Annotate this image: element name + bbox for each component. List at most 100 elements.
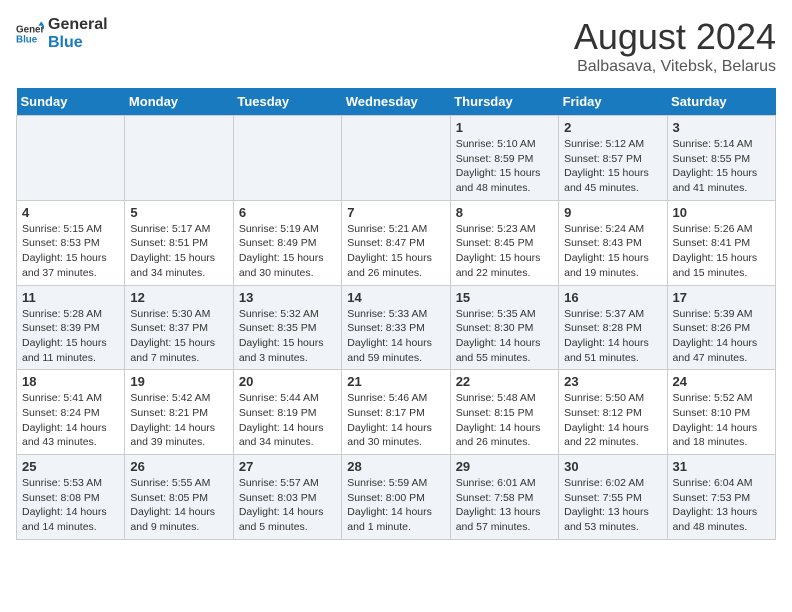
header: General Blue General Blue August 2024 Ba… [16, 16, 776, 76]
day-info: Sunrise: 5:42 AM Sunset: 8:21 PM Dayligh… [130, 391, 227, 450]
calendar-cell: 17 Sunrise: 5:39 AM Sunset: 8:26 PM Dayli… [667, 285, 775, 370]
svg-text:Blue: Blue [16, 34, 38, 45]
day-header-saturday: Saturday [667, 88, 775, 116]
day-number: 10 [673, 205, 770, 220]
day-info: Sunrise: 5:10 AM Sunset: 8:59 PM Dayligh… [456, 137, 553, 196]
calendar-cell: 5Sunrise: 5:17 AM Sunset: 8:51 PM Daylig… [125, 200, 233, 285]
day-header-monday: Monday [125, 88, 233, 116]
day-number: 3 [673, 120, 770, 135]
day-number: 31 [673, 459, 770, 474]
calendar-cell: 2Sunrise: 5:12 AM Sunset: 8:57 PM Daylig… [559, 116, 667, 201]
calendar-cell: 14 Sunrise: 5:33 AM Sunset: 8:33 PM Dayli… [342, 285, 450, 370]
day-number: 17 [673, 290, 770, 305]
calendar-cell: 21 Sunrise: 5:46 AM Sunset: 8:17 PM Dayli… [342, 370, 450, 455]
day-number: 2 [564, 120, 661, 135]
day-info: Sunrise: 5:26 AM Sunset: 8:41 PM Dayligh… [673, 222, 770, 281]
day-header-friday: Friday [559, 88, 667, 116]
day-info: Sunrise: 5:39 AM Sunset: 8:26 PM Dayligh… [673, 307, 770, 366]
day-number: 1 [456, 120, 553, 135]
day-info: Sunrise: 5:30 AM Sunset: 8:37 PM Dayligh… [130, 307, 227, 366]
day-info: Sunrise: 5:23 AM Sunset: 8:45 PM Dayligh… [456, 222, 553, 281]
day-number: 18 [22, 374, 119, 389]
calendar-cell: 24 Sunrise: 5:52 AM Sunset: 8:10 PM Dayli… [667, 370, 775, 455]
day-info: Sunrise: 5:37 AM Sunset: 8:28 PM Dayligh… [564, 307, 661, 366]
main-title: August 2024 [574, 16, 776, 58]
day-number: 19 [130, 374, 227, 389]
day-number: 21 [347, 374, 444, 389]
day-info: Sunrise: 5:59 AM Sunset: 8:00 PM Dayligh… [347, 476, 444, 535]
day-number: 7 [347, 205, 444, 220]
day-number: 9 [564, 205, 661, 220]
day-header-wednesday: Wednesday [342, 88, 450, 116]
calendar-cell [233, 116, 341, 201]
day-info: Sunrise: 5:46 AM Sunset: 8:17 PM Dayligh… [347, 391, 444, 450]
logo-line1: General [48, 16, 108, 34]
day-number: 8 [456, 205, 553, 220]
day-info: Sunrise: 5:24 AM Sunset: 8:43 PM Dayligh… [564, 222, 661, 281]
week-row-4: 18Sunrise: 5:41 AM Sunset: 8:24 PM Dayli… [17, 370, 776, 455]
day-header-sunday: Sunday [17, 88, 125, 116]
logo: General Blue General Blue [16, 16, 108, 52]
day-info: Sunrise: 6:04 AM Sunset: 7:53 PM Dayligh… [673, 476, 770, 535]
day-info: Sunrise: 5:33 AM Sunset: 8:33 PM Dayligh… [347, 307, 444, 366]
calendar-cell [125, 116, 233, 201]
day-info: Sunrise: 5:32 AM Sunset: 8:35 PM Dayligh… [239, 307, 336, 366]
calendar-cell: 7 Sunrise: 5:21 AM Sunset: 8:47 PM Daylig… [342, 200, 450, 285]
calendar-cell: 29Sunrise: 6:01 AM Sunset: 7:58 PM Dayli… [450, 455, 558, 540]
day-info: Sunrise: 5:28 AM Sunset: 8:39 PM Dayligh… [22, 307, 119, 366]
calendar-cell: 18Sunrise: 5:41 AM Sunset: 8:24 PM Dayli… [17, 370, 125, 455]
calendar-cell: 9 Sunrise: 5:24 AM Sunset: 8:43 PM Daylig… [559, 200, 667, 285]
day-number: 22 [456, 374, 553, 389]
day-number: 29 [456, 459, 553, 474]
day-number: 28 [347, 459, 444, 474]
day-info: Sunrise: 5:14 AM Sunset: 8:55 PM Dayligh… [673, 137, 770, 196]
day-header-thursday: Thursday [450, 88, 558, 116]
subtitle: Balbasava, Vitebsk, Belarus [574, 58, 776, 76]
day-header-tuesday: Tuesday [233, 88, 341, 116]
day-info: Sunrise: 5:21 AM Sunset: 8:47 PM Dayligh… [347, 222, 444, 281]
day-info: Sunrise: 5:19 AM Sunset: 8:49 PM Dayligh… [239, 222, 336, 281]
calendar-cell: 25Sunrise: 5:53 AM Sunset: 8:08 PM Dayli… [17, 455, 125, 540]
calendar-cell: 27Sunrise: 5:57 AM Sunset: 8:03 PM Dayli… [233, 455, 341, 540]
day-number: 16 [564, 290, 661, 305]
calendar-cell [342, 116, 450, 201]
day-header-row: SundayMondayTuesdayWednesdayThursdayFrid… [17, 88, 776, 116]
calendar-cell: 15 Sunrise: 5:35 AM Sunset: 8:30 PM Dayli… [450, 285, 558, 370]
day-info: Sunrise: 5:50 AM Sunset: 8:12 PM Dayligh… [564, 391, 661, 450]
calendar-cell: 11 Sunrise: 5:28 AM Sunset: 8:39 PM Dayli… [17, 285, 125, 370]
day-number: 4 [22, 205, 119, 220]
calendar-cell: 4 Sunrise: 5:15 AM Sunset: 8:53 PM Daylig… [17, 200, 125, 285]
day-info: Sunrise: 5:53 AM Sunset: 8:08 PM Dayligh… [22, 476, 119, 535]
day-number: 13 [239, 290, 336, 305]
day-info: Sunrise: 5:52 AM Sunset: 8:10 PM Dayligh… [673, 391, 770, 450]
calendar-cell: 12 Sunrise: 5:30 AM Sunset: 8:37 PM Dayli… [125, 285, 233, 370]
calendar-cell: 16 Sunrise: 5:37 AM Sunset: 8:28 PM Dayli… [559, 285, 667, 370]
calendar-cell: 8 Sunrise: 5:23 AM Sunset: 8:45 PM Daylig… [450, 200, 558, 285]
week-row-3: 11 Sunrise: 5:28 AM Sunset: 8:39 PM Dayli… [17, 285, 776, 370]
calendar-cell: 1 Sunrise: 5:10 AM Sunset: 8:59 PM Daylig… [450, 116, 558, 201]
day-number: 20 [239, 374, 336, 389]
calendar-cell: 31 Sunrise: 6:04 AM Sunset: 7:53 PM Dayli… [667, 455, 775, 540]
day-number: 11 [22, 290, 119, 305]
day-number: 24 [673, 374, 770, 389]
calendar-cell: 30Sunrise: 6:02 AM Sunset: 7:55 PM Dayli… [559, 455, 667, 540]
calendar-cell: 19 Sunrise: 5:42 AM Sunset: 8:21 PM Dayli… [125, 370, 233, 455]
day-number: 27 [239, 459, 336, 474]
title-area: August 2024 Balbasava, Vitebsk, Belarus [574, 16, 776, 76]
day-info: Sunrise: 5:15 AM Sunset: 8:53 PM Dayligh… [22, 222, 119, 281]
day-number: 12 [130, 290, 227, 305]
day-number: 23 [564, 374, 661, 389]
day-info: Sunrise: 5:55 AM Sunset: 8:05 PM Dayligh… [130, 476, 227, 535]
day-number: 14 [347, 290, 444, 305]
calendar-cell: 13 Sunrise: 5:32 AM Sunset: 8:35 PM Dayli… [233, 285, 341, 370]
calendar-cell: 28 Sunrise: 5:59 AM Sunset: 8:00 PM Dayli… [342, 455, 450, 540]
calendar-cell: 22Sunrise: 5:48 AM Sunset: 8:15 PM Dayli… [450, 370, 558, 455]
logo-line2: Blue [48, 34, 108, 52]
day-info: Sunrise: 5:17 AM Sunset: 8:51 PM Dayligh… [130, 222, 227, 281]
day-number: 30 [564, 459, 661, 474]
calendar-cell: 26Sunrise: 5:55 AM Sunset: 8:05 PM Dayli… [125, 455, 233, 540]
calendar-cell [17, 116, 125, 201]
week-row-2: 4 Sunrise: 5:15 AM Sunset: 8:53 PM Daylig… [17, 200, 776, 285]
day-number: 15 [456, 290, 553, 305]
day-info: Sunrise: 5:35 AM Sunset: 8:30 PM Dayligh… [456, 307, 553, 366]
